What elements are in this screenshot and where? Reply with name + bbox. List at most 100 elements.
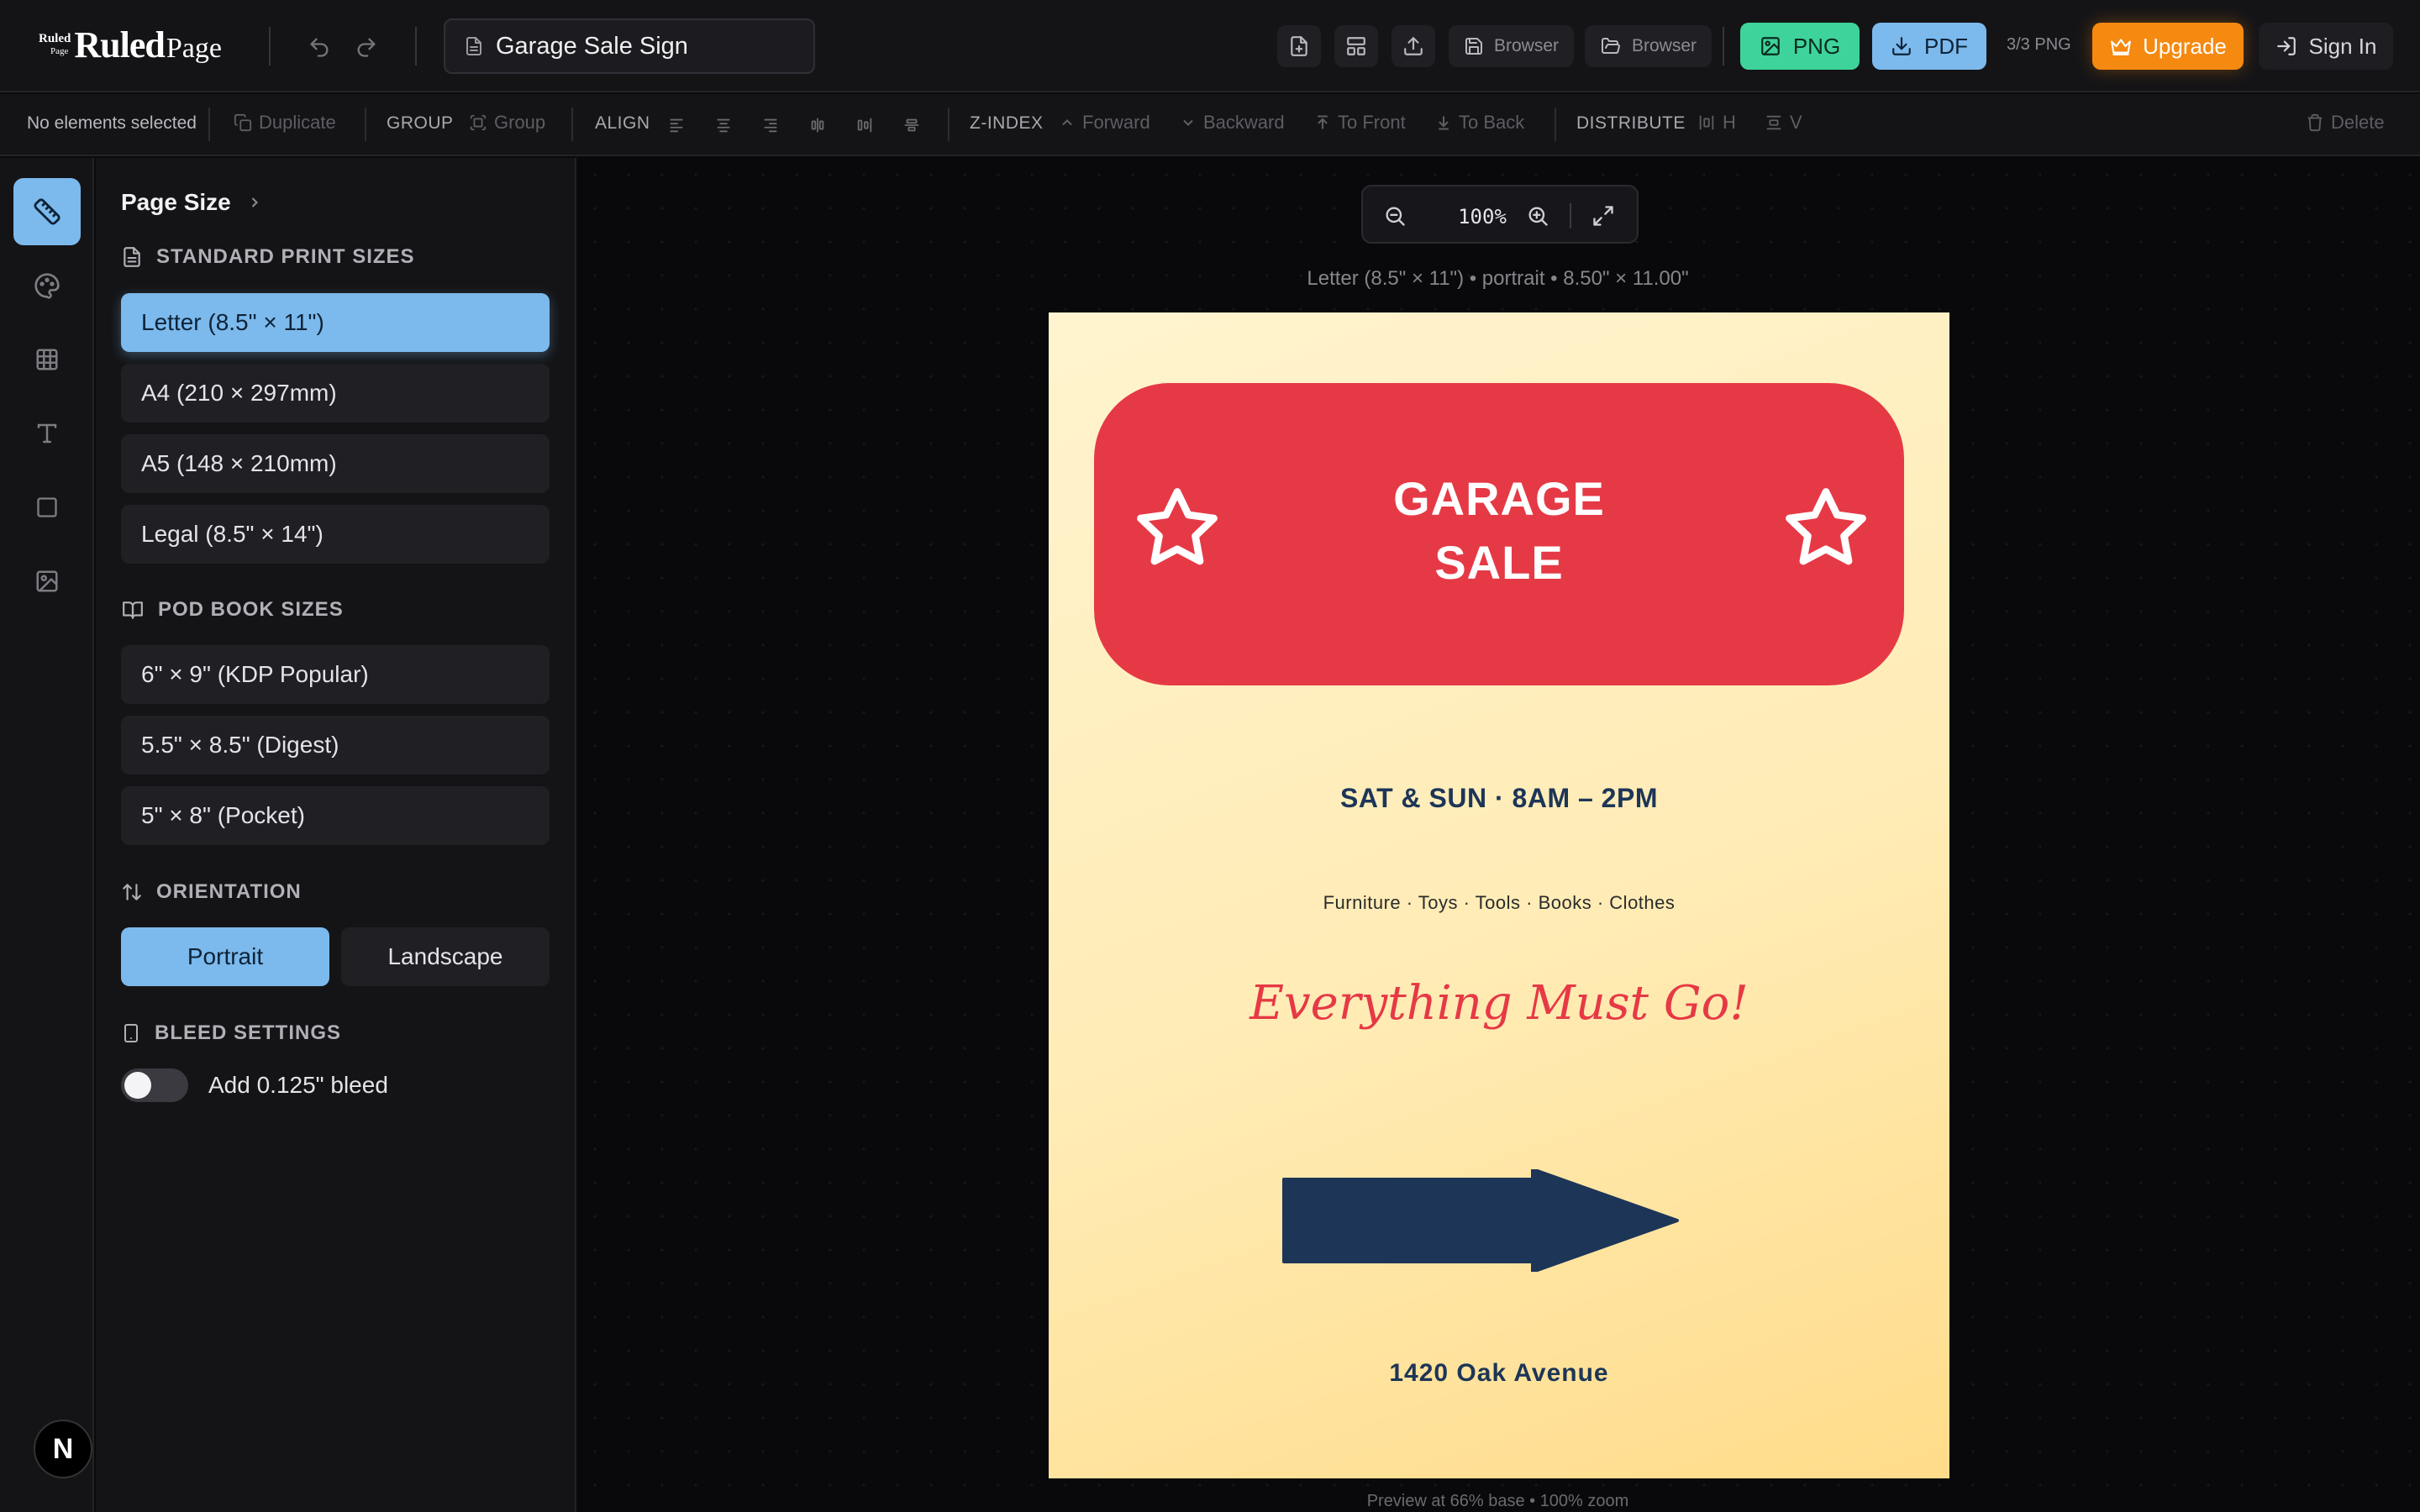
login-icon: [2276, 37, 2296, 55]
landscape-button[interactable]: Landscape: [341, 927, 550, 986]
sign-in-button[interactable]: Sign In: [2259, 23, 2393, 70]
badge-letter: N: [52, 1432, 74, 1465]
to-back-button[interactable]: To Back: [1435, 112, 1524, 134]
portrait-button[interactable]: Portrait: [121, 927, 329, 986]
divider: [208, 108, 210, 141]
share-button[interactable]: [1392, 25, 1435, 67]
forward-label: Forward: [1082, 112, 1150, 133]
sign-in-label: Sign In: [2308, 33, 2377, 59]
copy-icon: [234, 113, 252, 132]
backward-button[interactable]: Backward: [1180, 112, 1285, 134]
export-png-button[interactable]: PNG: [1740, 23, 1860, 70]
crown-icon: [2111, 39, 2132, 55]
folder-open-icon: [1602, 38, 1620, 54]
size-option-digest[interactable]: 5.5" × 8.5" (Digest): [121, 716, 550, 774]
align-left-icon: [670, 118, 683, 133]
star-icon: [1137, 488, 1218, 565]
sign-dates[interactable]: SAT & SUN · 8AM – 2PM: [1049, 783, 1949, 814]
redo-button[interactable]: [350, 30, 383, 64]
distribute-vertical-button[interactable]: V: [1765, 112, 1802, 134]
save-to-browser-button[interactable]: Browser: [1449, 25, 1575, 67]
rail-grid-button[interactable]: [13, 326, 81, 393]
forward-button[interactable]: Forward: [1059, 112, 1150, 134]
fit-screen-button[interactable]: [1591, 204, 1615, 228]
document-icon: [466, 37, 481, 55]
size-option-a4[interactable]: A4 (210 × 297mm): [121, 364, 550, 423]
size-option-label: 5" × 8" (Pocket): [141, 802, 305, 828]
top-bar: Ruled Page Ruled Page Garage Sale Sign B…: [0, 0, 2420, 92]
group-icon: [470, 114, 487, 131]
zoom-in-icon: [1528, 207, 1548, 226]
sign-address[interactable]: 1420 Oak Avenue: [1049, 1359, 1949, 1388]
export-pdf-button[interactable]: PDF: [1872, 23, 1986, 70]
toggle-knob: [124, 1072, 151, 1099]
export-count: 3/3 PNG: [2007, 35, 2071, 54]
title-banner[interactable]: GARAGE SALE: [1094, 383, 1904, 685]
portrait-label: Portrait: [187, 943, 264, 969]
panel-title[interactable]: Page Size: [121, 189, 263, 216]
rail-page-size-button[interactable]: [13, 178, 81, 245]
size-option-a5[interactable]: A5 (148 × 210mm): [121, 434, 550, 493]
arrow-up-to-line-icon: [1318, 115, 1328, 129]
pod-sizes-heading: POD BOOK SIZES: [121, 598, 344, 622]
sign-slogan[interactable]: Everything Must Go!: [1049, 976, 1949, 1031]
undo-icon: [310, 38, 329, 57]
divider: [1555, 108, 1556, 141]
standard-sizes-heading: STANDARD PRINT SIZES: [121, 245, 415, 269]
delete-button[interactable]: Delete: [2306, 112, 2385, 134]
rail-theme-button[interactable]: [13, 252, 81, 319]
pod-heading-text: POD BOOK SIZES: [158, 598, 344, 621]
group-section-label: GROUP: [387, 113, 454, 133]
undo-button[interactable]: [302, 30, 336, 64]
sign-page[interactable]: GARAGE SALE SAT & SUN · 8AM – 2PM Furnit…: [1049, 312, 1949, 1478]
zoom-out-button[interactable]: [1383, 204, 1407, 228]
chevron-up-icon: [1062, 119, 1072, 126]
size-option-label: Legal (8.5" × 14"): [141, 521, 324, 547]
png-label: PNG: [1792, 33, 1841, 59]
size-option-pocket[interactable]: 5" × 8" (Pocket): [121, 786, 550, 845]
size-option-legal[interactable]: Legal (8.5" × 14"): [121, 505, 550, 564]
dev-badge[interactable]: N: [34, 1420, 92, 1478]
document-title-field[interactable]: Garage Sale Sign: [444, 18, 815, 74]
selection-status: No elements selected: [27, 113, 197, 133]
sign-items[interactable]: Furniture · Toys · Tools · Books · Cloth…: [1049, 892, 1949, 914]
direction-arrow-icon[interactable]: [1281, 1169, 1681, 1272]
zoom-in-button[interactable]: [1526, 204, 1549, 228]
book-open-icon: [123, 601, 143, 619]
size-option-letter[interactable]: Letter (8.5" × 11"): [121, 293, 550, 352]
bleed-label: Add 0.125" bleed: [208, 1072, 388, 1098]
app-logo[interactable]: Ruled Page Ruled Page: [39, 24, 222, 66]
align-left-button[interactable]: [666, 114, 687, 136]
align-right-button[interactable]: [760, 114, 781, 136]
zoom-controls: 100%: [1361, 185, 1639, 244]
rail-image-button[interactable]: [13, 548, 81, 615]
download-icon: [1892, 37, 1911, 55]
upgrade-button[interactable]: Upgrade: [2092, 23, 2244, 70]
tablet-icon: [124, 1024, 138, 1042]
orientation-heading-text: ORIENTATION: [156, 880, 302, 903]
align-bottom-button[interactable]: [901, 114, 923, 136]
star-icon: [1786, 488, 1866, 565]
distribute-horizontal-button[interactable]: H: [1697, 112, 1736, 134]
size-option-6x9[interactable]: 6" × 9" (KDP Popular): [121, 645, 550, 704]
logo-mini-bottom: Page: [50, 45, 69, 56]
upload-icon: [1404, 37, 1423, 55]
align-middle-button[interactable]: [854, 114, 876, 136]
align-top-button[interactable]: [807, 114, 829, 136]
templates-button[interactable]: [1334, 25, 1378, 67]
divider: [365, 108, 366, 141]
group-button[interactable]: Group: [469, 112, 545, 134]
logo-sub-text: Page: [166, 32, 222, 64]
new-page-button[interactable]: [1277, 25, 1321, 67]
rail-text-button[interactable]: [13, 400, 81, 467]
bleed-toggle[interactable]: [121, 1068, 188, 1102]
open-from-browser-button[interactable]: Browser: [1585, 25, 1712, 67]
duplicate-button[interactable]: Duplicate: [234, 112, 336, 134]
to-front-label: To Front: [1338, 112, 1406, 133]
size-option-label: 5.5" × 8.5" (Digest): [141, 732, 339, 758]
align-center-button[interactable]: [713, 114, 734, 136]
rail-shape-button[interactable]: [13, 474, 81, 541]
panel-title-text: Page Size: [121, 189, 231, 215]
duplicate-label: Duplicate: [259, 112, 336, 133]
to-front-button[interactable]: To Front: [1314, 112, 1406, 134]
